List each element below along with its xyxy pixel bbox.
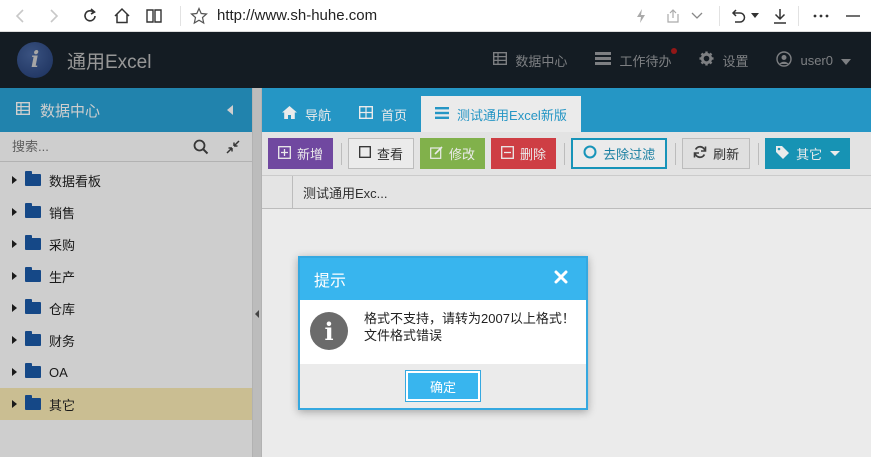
modal-overlay-header (0, 32, 871, 88)
message-line: 文件格式错误 (364, 328, 443, 343)
reload-icon[interactable] (78, 4, 102, 28)
browser-toolbar: http://www.sh-huhe.com (0, 0, 871, 32)
download-icon[interactable] (768, 4, 792, 28)
undo-icon[interactable] (726, 4, 750, 28)
lightning-icon[interactable] (629, 4, 653, 28)
divider (719, 6, 720, 26)
alert-dialog: 提示 i 格式不支持，请转为2007以上格式！ 文件格式错误 确定 (298, 256, 588, 410)
message-line: 格式不支持，请转为2007以上格式！ (364, 311, 575, 326)
info-icon: i (310, 312, 348, 350)
dialog-body: i 格式不支持，请转为2007以上格式！ 文件格式错误 (300, 300, 586, 364)
address-bar[interactable]: http://www.sh-huhe.com (217, 7, 377, 24)
minimize-icon[interactable] (841, 4, 865, 28)
reading-view-icon[interactable] (142, 4, 166, 28)
more-icon[interactable] (809, 4, 833, 28)
chevron-down-icon[interactable] (685, 4, 709, 28)
ok-button[interactable]: 确定 (405, 370, 481, 402)
close-icon[interactable] (554, 270, 570, 286)
favorite-star-icon[interactable] (187, 4, 211, 28)
dialog-footer: 确定 (300, 364, 586, 408)
dialog-message: 格式不支持，请转为2007以上格式！ 文件格式错误 (364, 310, 575, 344)
dialog-title: 提示 (314, 273, 347, 290)
home-icon[interactable] (110, 4, 134, 28)
share-icon[interactable] (661, 4, 685, 28)
divider (180, 5, 181, 26)
divider (798, 6, 799, 26)
chevron-down-icon[interactable] (750, 4, 760, 28)
dialog-header: 提示 (300, 258, 586, 300)
forward-icon[interactable] (42, 4, 66, 28)
back-icon[interactable] (8, 4, 32, 28)
